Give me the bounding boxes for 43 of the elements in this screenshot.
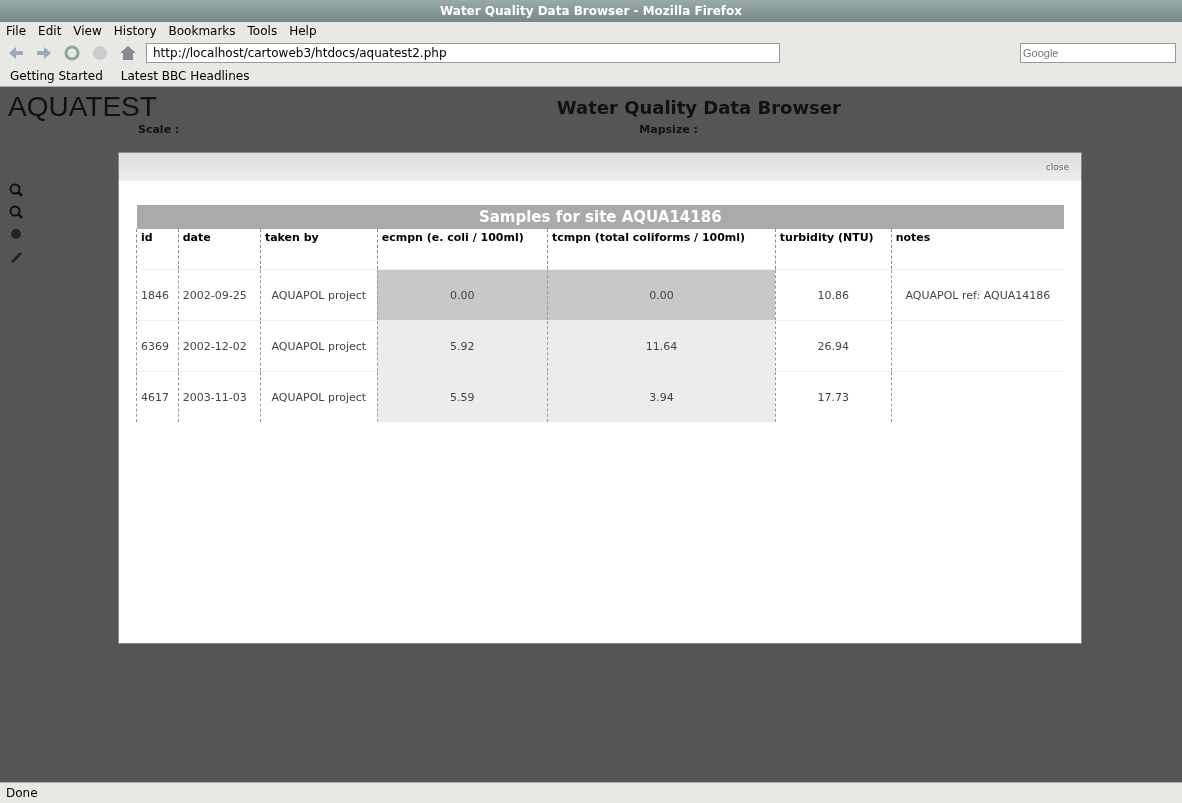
table-cell: 1846 [136,269,179,321]
menu-item[interactable]: View [73,24,102,38]
table-cell: 3.94 [547,371,776,422]
menu-item[interactable]: History [113,24,157,38]
bookmark-link[interactable]: Latest BBC Headlines [120,69,250,83]
close-link[interactable]: close [1045,162,1069,172]
scale-label: Scale : [138,123,180,136]
status-text: Done [6,786,38,800]
table-cell: 2002-12-02 [178,320,261,372]
search-field[interactable]: Google [1020,43,1176,63]
column-header: id [136,229,179,270]
menu-item[interactable]: File [6,24,27,38]
mapsize-label: Mapsize : [639,123,698,136]
table-cell: 10.86 [775,269,892,321]
window-title: Water Quality Data Browser - Mozilla Firefox [439,4,742,18]
menu-item[interactable]: Edit [38,24,62,38]
column-header: turbidity (NTU) [775,229,892,270]
table-cell: 26.94 [775,320,892,372]
menu-item[interactable]: Tools [247,24,278,38]
table-cell: 4617 [136,371,179,422]
table-cell: 0.00 [377,269,548,321]
table-cell: 2002-09-25 [178,269,261,321]
column-header: notes [891,229,1064,270]
home-icon[interactable] [118,43,138,63]
menu-item[interactable]: Help [289,24,317,38]
table-cell: 2003-11-03 [178,371,261,422]
column-header: taken by [260,229,378,270]
table-caption: Samples for site AQUA14186 [136,205,1064,229]
table-cell: AQUAPOL ref: AQUA14186 [891,269,1064,321]
site-logo: AQUATEST [8,91,157,123]
table-cell: 0.00 [547,269,776,321]
zoom-out-icon[interactable] [8,204,24,220]
table-cell: 6369 [136,320,179,372]
menu-item[interactable]: Bookmarks [168,24,236,38]
bookmark-link[interactable]: Getting Started [10,69,103,83]
table-cell: 5.59 [377,371,548,422]
table-cell: 11.64 [547,320,776,372]
zoom-in-icon[interactable] [8,182,24,198]
page-heading: Water Quality Data Browser [556,96,841,118]
address-bar[interactable]: http://localhost/cartoweb3/htdocs/aquatest2.php [146,43,780,63]
table-cell: 17.73 [775,371,892,422]
column-header: date [178,229,261,270]
table-cell: 5.92 [377,320,548,372]
